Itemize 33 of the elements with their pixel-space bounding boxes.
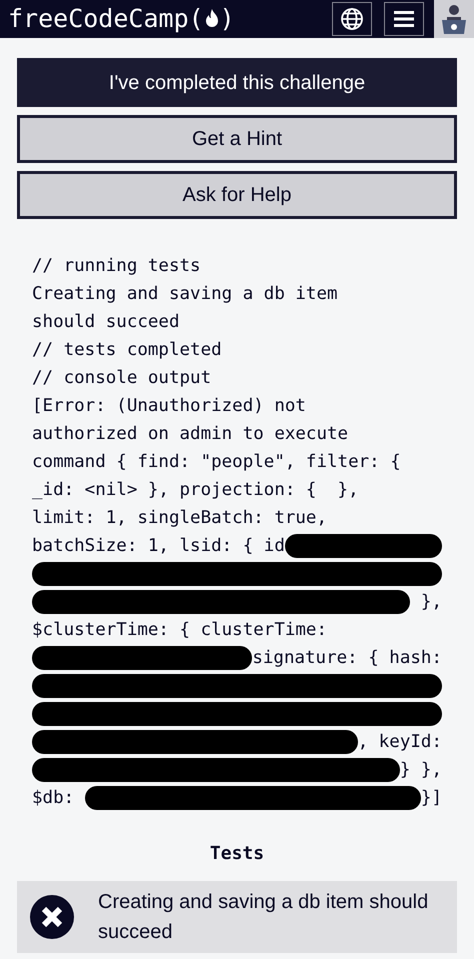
console-text: signature: { hash: (252, 646, 442, 670)
test-text: Creating and saving a db item should succeed (98, 890, 430, 945)
console-text: [Error: (Unauthorized) not (32, 394, 306, 418)
avatar-button[interactable] (434, 0, 474, 38)
console-text: // running tests (32, 254, 201, 278)
action-button[interactable]: Ask for Help (17, 171, 457, 219)
console-text: authorized on admin to execute (32, 422, 348, 446)
menu-icon (394, 10, 414, 28)
menu-button[interactable] (384, 2, 424, 36)
action-button[interactable]: I've completed this challenge (17, 58, 457, 107)
language-button[interactable] (332, 2, 372, 36)
action-button[interactable]: Get a Hint (17, 115, 457, 163)
logo-text: ) (220, 3, 235, 36)
console-text: // tests completed (32, 338, 222, 362)
console-text: batchSize: 1, lsid: { id (32, 534, 285, 558)
console-text: _id: <nil> }, projection: { }, (32, 478, 359, 502)
avatar-icon (439, 3, 469, 35)
console-text: command { find: "people", filter: { (32, 450, 401, 474)
console-text: $db: (32, 786, 76, 810)
console-text: }, (420, 590, 442, 614)
console-text: limit: 1, singleBatch: true, (32, 506, 328, 530)
console-text: // console output (32, 366, 212, 390)
console-text: } }, (400, 758, 442, 782)
logo-text: freeCodeCamp( (8, 3, 204, 36)
flame-icon (204, 8, 220, 30)
console-text: , keyId: (358, 730, 442, 754)
console-text: $clusterTime: { clusterTime: (32, 618, 328, 642)
console-text: }] (420, 786, 442, 810)
console-text: Creating and saving a db item (32, 282, 338, 306)
globe-icon (340, 7, 364, 31)
console-text: should succeed (32, 310, 180, 334)
tests-heading: Tests (208, 842, 266, 866)
logo[interactable]: freeCodeCamp( ) (8, 0, 235, 38)
